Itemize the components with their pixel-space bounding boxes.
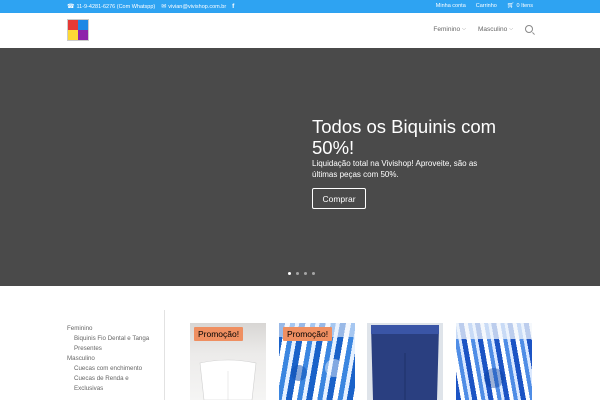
vivishop-logo[interactable] — [67, 19, 89, 41]
slider-dots — [288, 272, 315, 275]
email-text: vivian@vivishop.com.br — [168, 3, 227, 10]
slider-dot[interactable] — [312, 272, 315, 275]
hero-title: Todos os Biquinis com 50%! — [312, 116, 497, 158]
nav-item-feminino[interactable]: Feminino ⌵ — [433, 26, 466, 33]
comprar-button[interactable]: Comprar — [312, 188, 366, 209]
phone-icon: ☎ — [67, 3, 75, 10]
top-bar: ☎ 11-9-4281-6276 (Com Whatspp) ✉ vivian@… — [0, 0, 600, 13]
cart-icon: 🛒︎ — [506, 3, 515, 9]
nav-item-label: Masculino — [477, 25, 508, 33]
category-sidebar: Feminino Biquinis Fio Dental e Tanga Pre… — [67, 324, 157, 394]
search-icon[interactable] — [525, 25, 533, 33]
sidebar-item-presentes[interactable]: Presentes — [67, 344, 157, 354]
sidebar-item-feminino[interactable]: Feminino — [67, 324, 157, 334]
sidebar-divider — [164, 310, 165, 400]
chevron-down-icon: ⌵ — [462, 26, 466, 32]
sidebar-item-cuecas-renda[interactable]: Cuecas de Renda e Exclusivas — [67, 374, 157, 394]
account-link[interactable]: Minha conta — [436, 3, 466, 9]
slider-dot[interactable] — [304, 272, 307, 275]
cart-link[interactable]: Carrinho — [476, 3, 497, 9]
main-nav: Feminino ⌵ Masculino ⌵ — [433, 25, 533, 33]
sidebar-item-cuecas-enchimento[interactable]: Cuecas com enchimento — [67, 364, 157, 374]
product-card-1[interactable]: Promoção! — [190, 323, 266, 400]
cart-items-text: 0 Itens — [516, 3, 533, 9]
email-link[interactable]: ✉ vivian@vivishop.com.br — [161, 4, 226, 10]
hero-slider — [0, 48, 600, 286]
hero-text: Liquidação total na Vivishop! Aproveite,… — [312, 159, 478, 179]
product-image-tiedye-underwear-2 — [456, 323, 532, 388]
chevron-down-icon: ⌵ — [509, 26, 513, 32]
main-header: Feminino ⌵ Masculino ⌵ — [0, 13, 600, 48]
slider-dot[interactable] — [288, 272, 291, 275]
promo-badge: Promoção! — [194, 327, 244, 341]
cart-items-link[interactable]: 🛒︎ 0 Itens — [507, 3, 533, 9]
facebook-icon[interactable]: f — [232, 3, 234, 10]
product-card-4[interactable] — [456, 323, 532, 400]
product-card-2[interactable]: Promoção! — [279, 323, 355, 400]
mail-icon: ✉ — [161, 3, 167, 10]
product-image-navy-underwear — [371, 325, 439, 400]
nav-item-masculino[interactable]: Masculino ⌵ — [478, 26, 513, 33]
product-card-3[interactable] — [367, 323, 443, 400]
sidebar-item-masculino[interactable]: Masculino — [67, 354, 157, 364]
nav-item-label: Feminino — [433, 25, 461, 33]
sidebar-item-biquinis[interactable]: Biquinis Fio Dental e Tanga — [67, 334, 157, 344]
top-bar-contacts: ☎ 11-9-4281-6276 (Com Whatspp) ✉ vivian@… — [67, 3, 234, 10]
phone-text: 11-9-4281-6276 (Com Whatspp) — [76, 3, 156, 10]
promo-badge: Promoção! — [283, 327, 333, 341]
phone-link[interactable]: ☎ 11-9-4281-6276 (Com Whatspp) — [67, 4, 155, 10]
top-bar-account: Minha conta Carrinho 🛒︎ 0 Itens — [436, 3, 533, 9]
slider-dot[interactable] — [296, 272, 299, 275]
